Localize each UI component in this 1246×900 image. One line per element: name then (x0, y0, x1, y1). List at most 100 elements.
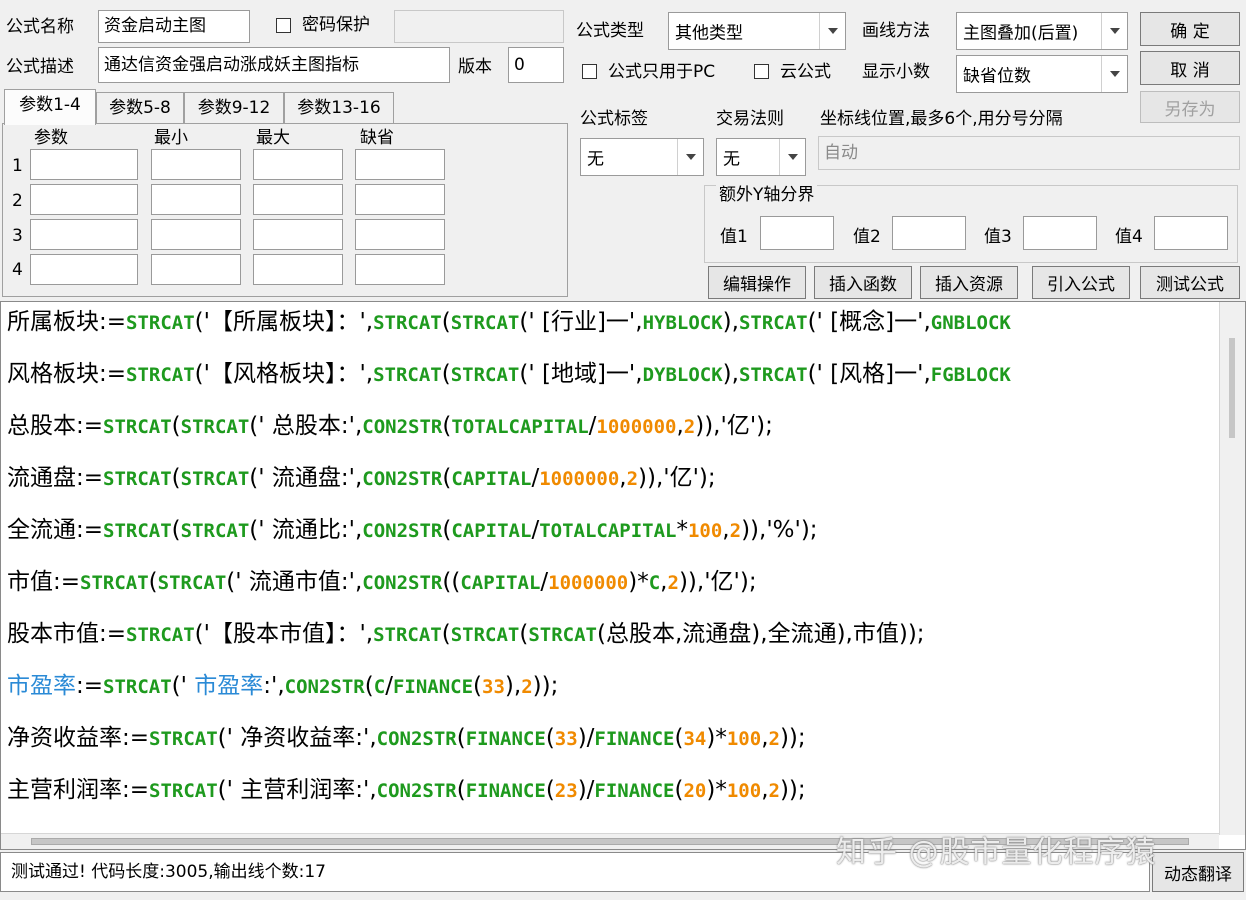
trade-rule-label: 交易法则 (716, 109, 784, 129)
code-token: C (373, 676, 386, 698)
pc-only-label: 公式只用于PC (608, 62, 716, 82)
param-2-min[interactable] (151, 184, 241, 215)
edit-ops-button[interactable]: 编辑操作 (708, 266, 806, 299)
param-row-number: 1 (12, 156, 23, 176)
chevron-down-icon[interactable] (677, 139, 703, 175)
param-header-max: 最大 (256, 128, 290, 148)
param-4-max[interactable] (253, 254, 343, 285)
code-token: )),'亿'); (695, 413, 773, 439)
formula-name-input[interactable]: 资金启动主图 (98, 10, 250, 43)
code-line: 风格板块:=STRCAT('【风格板块】：',STRCAT(STRCAT(' [… (7, 359, 1011, 390)
code-token: STRCAT (103, 520, 172, 542)
cloud-checkbox[interactable] (754, 64, 769, 79)
code-token: C (648, 572, 661, 594)
code-token: FINANCE (465, 780, 546, 802)
ok-button[interactable]: 确 定 (1140, 12, 1240, 46)
code-token: DYBLOCK (642, 364, 723, 386)
param-1-default[interactable] (355, 149, 445, 180)
param-3-default[interactable] (355, 219, 445, 250)
chevron-down-icon[interactable] (1101, 13, 1127, 49)
formula-desc-input[interactable]: 通达信资金强启动涨成妖主图指标 (98, 47, 450, 83)
code-token: )); (532, 673, 559, 699)
coord-line-label: 坐标线位置,最多6个,用分号分隔 (820, 109, 1063, 129)
code-token: 100 (687, 520, 723, 542)
draw-method-select[interactable]: 主图叠加(后置) (956, 12, 1128, 50)
code-token: FGBLOCK (930, 364, 1011, 386)
code-editor[interactable]: 所属板块:=STRCAT('【所属板块】：',STRCAT(STRCAT(' [… (0, 301, 1246, 850)
param-1-min[interactable] (151, 149, 241, 180)
code-line: 净资收益率:=STRCAT(' 净资收益率:',CON2STR(FINANCE(… (7, 723, 806, 754)
code-token: (' 净资收益率:', (217, 725, 377, 751)
code-token: 1000000 (596, 416, 677, 438)
test-formula-button[interactable]: 测试公式 (1140, 266, 1240, 299)
code-token: (' [行业]一', (519, 309, 643, 335)
formula-type-select[interactable]: 其他类型 (668, 12, 846, 50)
save-as-button[interactable]: 另存为 (1140, 91, 1240, 123)
tab-params-1-4[interactable]: 参数1-4 (4, 89, 96, 125)
code-token: ( (171, 465, 181, 491)
code-token: )); (779, 777, 806, 803)
yaxis-value-1-input[interactable] (760, 216, 834, 250)
code-token: GNBLOCK (930, 312, 1011, 334)
chevron-down-icon[interactable] (819, 13, 845, 49)
code-token: / (540, 569, 549, 595)
pc-only-checkbox[interactable] (582, 64, 597, 79)
vertical-scroll-thumb[interactable] (1229, 338, 1235, 438)
tab-params-5-8[interactable]: 参数5-8 (96, 92, 184, 123)
code-token: 2 (626, 468, 639, 490)
cancel-button[interactable]: 取 消 (1140, 51, 1240, 85)
code-token: TOTALCAPITAL (539, 520, 677, 542)
code-line: 全流通:=STRCAT(STRCAT(' 流通比:',CON2STR(CAPIT… (7, 515, 818, 546)
code-token: (' [地域]一', (519, 361, 643, 387)
insert-function-button[interactable]: 插入函数 (814, 266, 912, 299)
import-formula-button[interactable]: 引入公式 (1032, 266, 1130, 299)
chevron-down-icon[interactable] (779, 139, 805, 175)
yaxis-value-3-input[interactable] (1023, 216, 1097, 250)
watermark-text: 知乎 @股市量化程序猿 (836, 835, 1157, 870)
chevron-down-icon[interactable] (1101, 56, 1127, 92)
param-1-name[interactable] (30, 149, 138, 180)
code-token: (( (442, 569, 461, 595)
yaxis-value-4-input[interactable] (1154, 216, 1228, 250)
coord-line-input[interactable]: 自动 (818, 136, 1240, 170)
param-3-name[interactable] (30, 219, 138, 250)
code-token: STRCAT (373, 624, 442, 646)
vertical-scrollbar[interactable] (1219, 302, 1245, 835)
param-2-max[interactable] (253, 184, 343, 215)
param-3-min[interactable] (151, 219, 241, 250)
code-line: 市值:=STRCAT(STRCAT(' 流通市值:',CON2STR((CAPI… (7, 567, 757, 598)
trade-rule-select[interactable]: 无 (716, 138, 806, 176)
param-2-default[interactable] (355, 184, 445, 215)
formula-tag-select[interactable]: 无 (580, 138, 704, 176)
password-checkbox[interactable] (276, 18, 291, 33)
tab-params-13-16[interactable]: 参数13-16 (284, 92, 394, 123)
code-token: ( (442, 465, 452, 491)
tab-params-9-12[interactable]: 参数9-12 (184, 92, 284, 123)
param-1-max[interactable] (253, 149, 343, 180)
decimals-select[interactable]: 缺省位数 (956, 55, 1128, 93)
version-input[interactable]: 0 (508, 47, 564, 83)
insert-resource-button[interactable]: 插入资源 (920, 266, 1018, 299)
code-token: STRCAT (450, 364, 520, 386)
param-4-name[interactable] (30, 254, 138, 285)
yaxis-value-2-input[interactable] (892, 216, 966, 250)
code-token: STRCAT (149, 780, 218, 802)
code-token: 2 (667, 572, 679, 594)
code-token: ( (148, 569, 158, 595)
dynamic-translate-button[interactable]: 动态翻译 (1152, 852, 1244, 892)
password-input[interactable] (394, 10, 564, 43)
param-4-min[interactable] (151, 254, 241, 285)
formula-type-value: 其他类型 (675, 23, 743, 44)
param-2-name[interactable] (30, 184, 138, 215)
param-4-default[interactable] (355, 254, 445, 285)
code-token: ( (442, 517, 452, 543)
code-token: STRCAT (103, 416, 172, 438)
code-token: STRCAT (180, 520, 250, 542)
code-token: 34 (683, 728, 707, 750)
param-3-max[interactable] (253, 219, 343, 250)
code-token: STRCAT (180, 416, 250, 438)
formula-desc-label: 公式描述 (6, 57, 74, 77)
yaxis-value-2-label: 值2 (853, 227, 881, 247)
code-token: (' 主营利润率:', (217, 777, 377, 803)
code-token: 市值:= (7, 569, 81, 595)
